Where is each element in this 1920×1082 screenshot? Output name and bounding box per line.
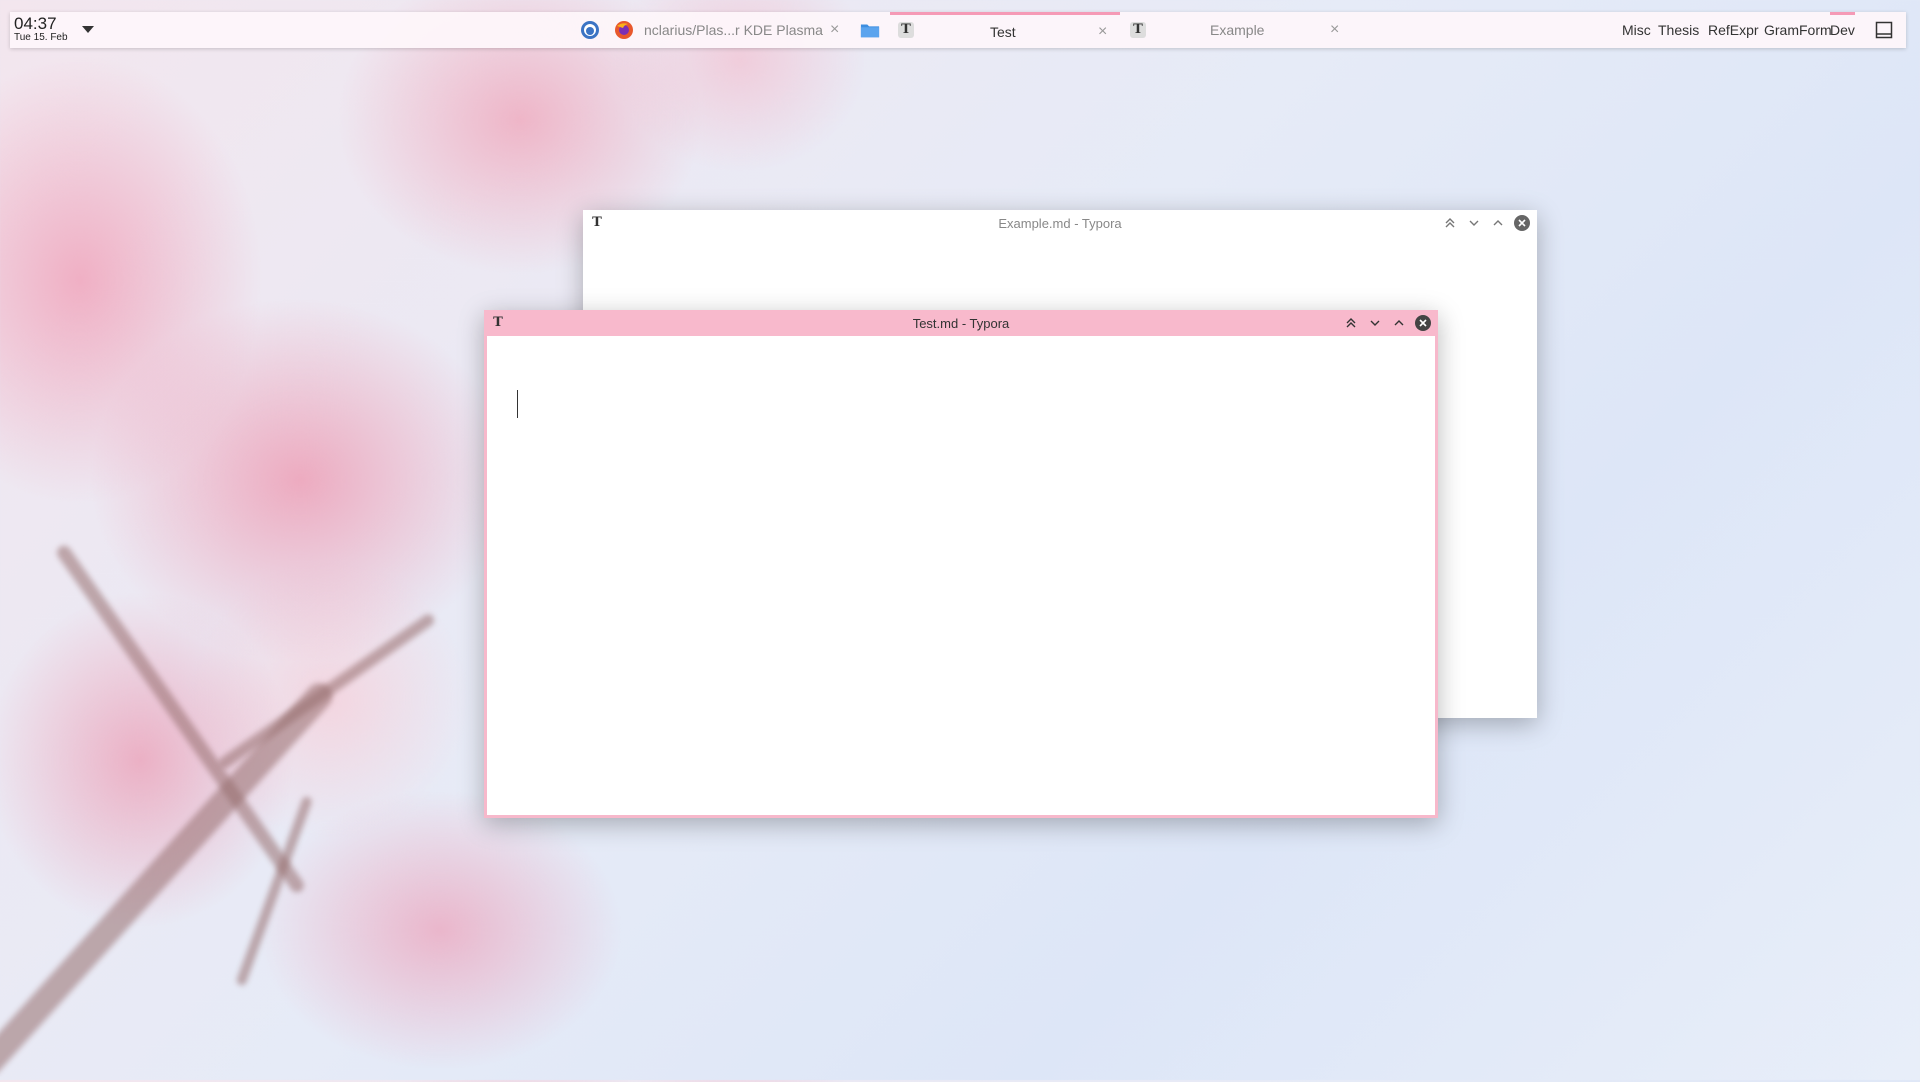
clock-time: 04:37 [14, 14, 57, 33]
maximize-icon[interactable] [1489, 214, 1507, 232]
close-icon[interactable]: × [1330, 21, 1339, 39]
editor-area[interactable] [487, 336, 1435, 815]
text-cursor [517, 390, 518, 418]
window-test[interactable]: T Test.md - Typora [484, 310, 1438, 818]
minimize-icon[interactable] [1366, 314, 1384, 332]
maximize-icon[interactable] [1390, 314, 1408, 332]
close-icon[interactable]: × [830, 21, 839, 39]
typora-icon: T [592, 215, 602, 230]
caret-down-icon[interactable] [82, 26, 94, 33]
task-label: nclarius/Plas...r KDE Plasma [644, 22, 823, 38]
typora-icon: T [896, 20, 916, 40]
close-icon[interactable] [1414, 314, 1432, 332]
task-label: Example [1210, 22, 1265, 38]
task-label: Test [990, 23, 1016, 40]
window-title: Test.md - Typora [912, 315, 1010, 331]
clock-date: Tue 15. Feb [14, 32, 68, 43]
top-panel: 04:37 Tue 15. Feb nclarius/Plas...r KDE … [10, 12, 1906, 48]
close-icon[interactable]: × [1098, 23, 1107, 41]
minimize-icon[interactable] [1465, 214, 1483, 232]
keep-above-icon[interactable] [1441, 214, 1459, 232]
typora-icon: T [493, 315, 503, 330]
desktop-misc[interactable]: Misc [1622, 12, 1651, 48]
window-titlebar[interactable]: T Example.md - Typora [583, 210, 1537, 236]
desktop-refexpr[interactable]: RefExpr [1708, 12, 1759, 48]
wallpaper-branch [216, 611, 437, 771]
task-test[interactable]: T Test × [890, 12, 1120, 48]
clock[interactable]: 04:37 Tue 15. Feb [14, 15, 68, 43]
close-icon[interactable] [1513, 214, 1531, 232]
folder-icon[interactable] [860, 20, 880, 40]
desktop-gramform[interactable]: GramForm [1764, 12, 1832, 48]
window-titlebar[interactable]: T Test.md - Typora [484, 310, 1438, 336]
keep-above-icon[interactable] [1342, 314, 1360, 332]
task-example[interactable]: T Example × [1122, 12, 1352, 48]
window-title: Example.md - Typora [998, 215, 1122, 231]
task-firefox[interactable]: nclarius/Plas...r KDE Plasma × [614, 12, 844, 48]
firefox-icon [614, 20, 634, 40]
github-icon[interactable] [580, 20, 600, 40]
desktop-thesis[interactable]: Thesis [1658, 12, 1699, 48]
desktop-dev[interactable]: Dev [1830, 12, 1855, 48]
typora-icon: T [1128, 20, 1148, 40]
show-desktop-icon[interactable] [1874, 20, 1894, 40]
